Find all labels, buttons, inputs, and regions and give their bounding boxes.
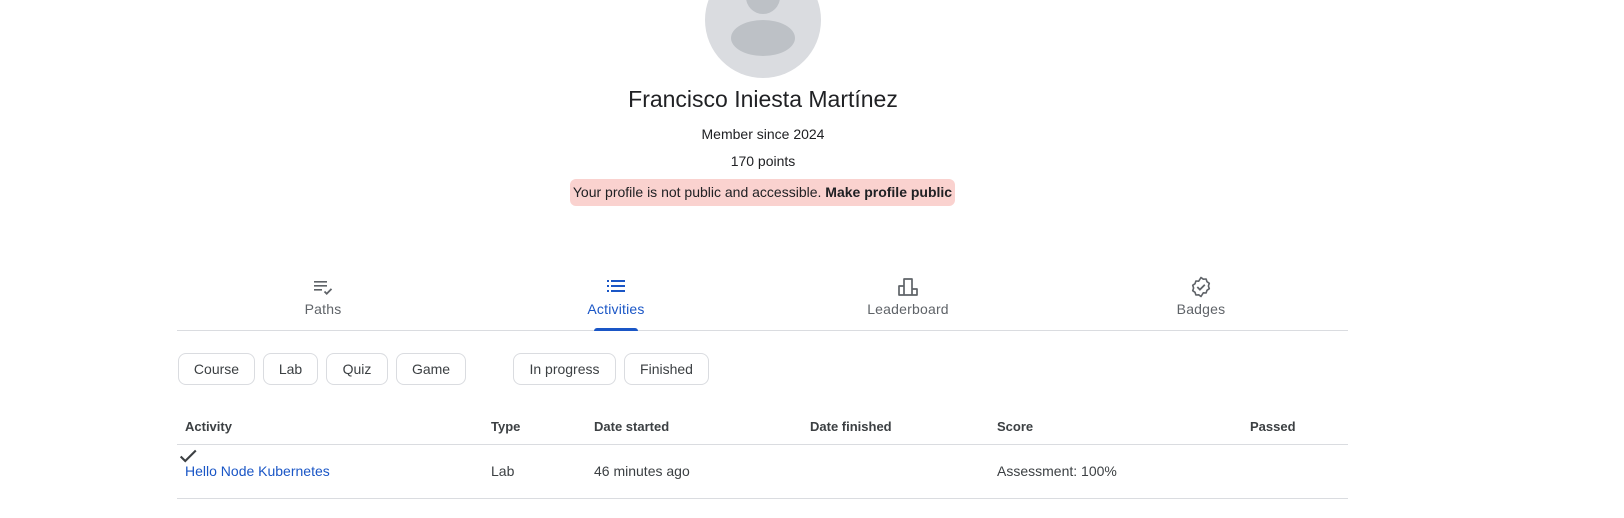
table-header: Activity Type Date started Date finished… [177,408,1348,445]
filter-chip-course[interactable]: Course [178,353,255,385]
checklist-icon [314,281,333,295]
filter-chip-game[interactable]: Game [396,353,466,385]
avatar-body-shape [731,20,795,56]
profile-tabs: Paths Activities Leaderboard Badges [177,270,1348,331]
column-header-date-finished[interactable]: Date finished [810,419,892,434]
activity-date-started: 46 minutes ago [594,463,690,479]
activity-score: Assessment: 100% [997,463,1117,479]
leaderboard-icon [898,278,918,296]
activity-type: Lab [491,463,515,479]
avatar [705,0,821,78]
tab-activities[interactable]: Activities [556,270,676,331]
column-header-type[interactable]: Type [491,419,520,434]
tab-badges[interactable]: Badges [1141,270,1261,330]
filter-chip-finished[interactable]: Finished [624,353,709,385]
tab-leaderboard[interactable]: Leaderboard [848,270,968,330]
avatar-head-shape [746,0,780,14]
tab-paths[interactable]: Paths [263,270,383,330]
tab-activities-label: Activities [587,301,645,317]
list-icon [607,280,625,292]
column-header-passed[interactable]: Passed [1250,419,1296,434]
points-count: 170 points [730,153,796,169]
filter-chip-in-progress[interactable]: In progress [513,353,616,385]
verified-badge-icon [1191,276,1211,298]
filter-chip-lab[interactable]: Lab [263,353,318,385]
tab-badges-label: Badges [1176,301,1226,317]
profile-name: Francisco Iniesta Martínez [628,86,898,112]
filter-chip-quiz[interactable]: Quiz [326,353,388,385]
privacy-notice-text: Your profile is not public and accessibl… [572,184,822,200]
activities-table: Activity Type Date started Date finished… [177,408,1348,499]
column-header-score[interactable]: Score [997,419,1033,434]
tab-paths-label: Paths [304,301,342,317]
column-header-activity[interactable]: Activity [185,419,232,434]
tab-leaderboard-label: Leaderboard [867,301,949,317]
column-header-date-started[interactable]: Date started [594,419,669,434]
make-profile-public-link[interactable]: Make profile public [825,184,952,200]
table-row: Hello Node Kubernetes Lab 46 minutes ago… [177,445,1348,499]
activity-link[interactable]: Hello Node Kubernetes [185,463,330,479]
member-since: Member since 2024 [701,126,825,142]
privacy-notice: Your profile is not public and accessibl… [570,179,955,206]
profile-page: Francisco Iniesta Martínez Member since … [0,0,1624,518]
